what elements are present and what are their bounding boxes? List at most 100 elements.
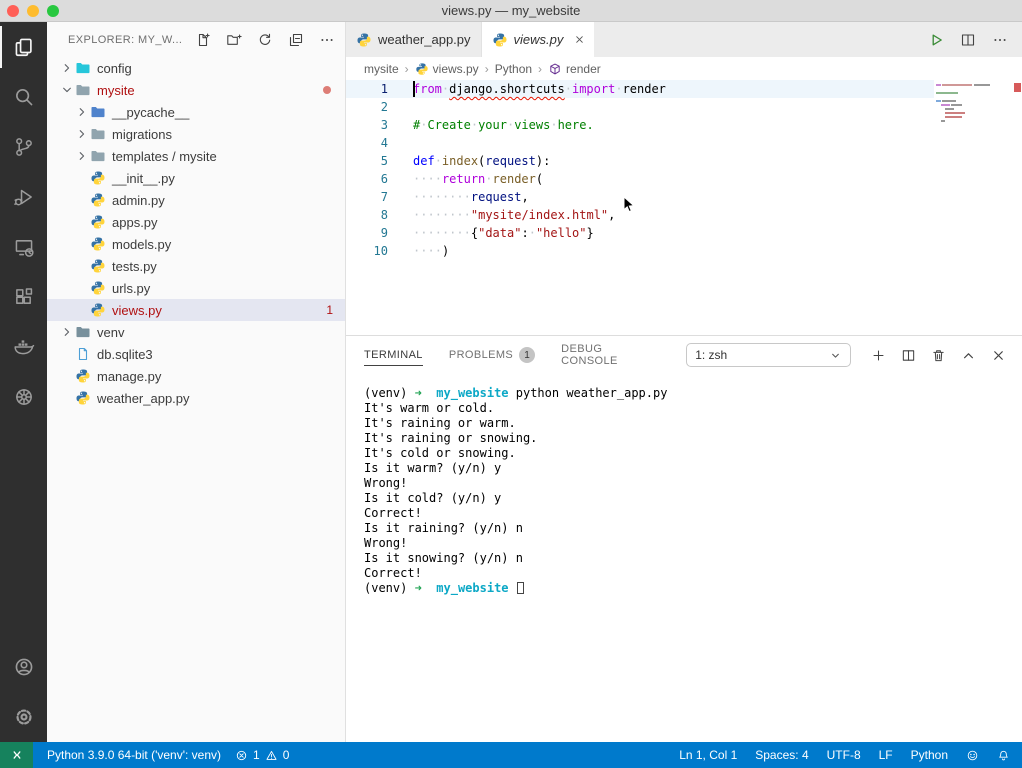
- split-editor-button[interactable]: [960, 32, 976, 48]
- account-icon[interactable]: [0, 642, 47, 692]
- kill-terminal-button[interactable]: [931, 348, 946, 363]
- new-terminal-button[interactable]: [871, 348, 886, 363]
- panel-tab-terminal[interactable]: TERMINAL: [364, 337, 423, 373]
- tree-item-config[interactable]: config: [47, 57, 345, 79]
- run-python-file-button[interactable]: [928, 32, 944, 48]
- problems-summary[interactable]: 10: [235, 748, 289, 762]
- panel-tab-problems[interactable]: PROBLEMS 1: [449, 335, 536, 375]
- status-item-indentation[interactable]: Spaces: 4: [755, 748, 808, 762]
- python-file-icon: [90, 192, 106, 208]
- chevron-right-icon: [59, 61, 75, 75]
- remote-explorer-icon[interactable]: [0, 222, 47, 272]
- close-panel-button[interactable]: [991, 348, 1006, 363]
- tree-item-tests.py[interactable]: tests.py: [47, 255, 345, 277]
- tree-item-label: venv: [97, 324, 125, 340]
- split-terminal-button[interactable]: [901, 348, 916, 363]
- status-item-cursor-position[interactable]: Ln 1, Col 1: [679, 748, 737, 762]
- code-line-4[interactable]: 4: [346, 134, 1022, 152]
- tree-item-urls.py[interactable]: urls.py: [47, 277, 345, 299]
- tree-item-venv[interactable]: venv: [47, 321, 345, 343]
- zoom-window-button[interactable]: [47, 5, 59, 17]
- status-item-notifications[interactable]: [997, 749, 1010, 762]
- status-bar-right: Ln 1, Col 1 Spaces: 4 UTF-8 LF Python: [679, 748, 1022, 762]
- minimize-window-button[interactable]: [27, 5, 39, 17]
- status-item-python-interpreter[interactable]: Python 3.9.0 64-bit ('venv': venv): [47, 748, 221, 762]
- extensions-icon[interactable]: [0, 272, 47, 322]
- traffic-lights: [7, 5, 59, 17]
- code-line-10[interactable]: 10 ····): [346, 242, 1022, 260]
- kubernetes-icon[interactable]: [0, 372, 47, 422]
- collapse-all-button[interactable]: [288, 32, 304, 48]
- tree-item-db.sqlite3[interactable]: db.sqlite3: [47, 343, 345, 365]
- code-line-1[interactable]: 1 from·django.shortcuts·import·render: [346, 80, 1022, 98]
- remote-indicator[interactable]: [0, 742, 33, 768]
- folder-icon: [90, 104, 106, 120]
- line-number: 5: [380, 154, 388, 168]
- close-tab-icon[interactable]: [575, 35, 584, 44]
- breadcrumb-mysite[interactable]: mysite: [364, 62, 399, 76]
- code-line-7[interactable]: 7 ········request,: [346, 188, 1022, 206]
- code-line-2[interactable]: 2: [346, 98, 1022, 116]
- code-editor[interactable]: 1 from·django.shortcuts·import·render 2 3 #·…: [346, 80, 1022, 335]
- terminal-line: Is it cold? (y/n) y: [364, 491, 502, 505]
- maximize-panel-button[interactable]: [961, 348, 976, 363]
- panel-actions: [851, 348, 1022, 363]
- terminal-shell-select[interactable]: 1: zsh: [686, 343, 851, 367]
- tab-weather_app.py[interactable]: weather_app.py: [346, 22, 482, 57]
- python-file-icon: [90, 280, 106, 296]
- tree-item-__pycache__[interactable]: __pycache__: [47, 101, 345, 123]
- search-icon[interactable]: [0, 72, 47, 122]
- tree-item-label: admin.py: [112, 192, 165, 208]
- tree-item-label: config: [97, 60, 132, 76]
- tree-item-migrations[interactable]: migrations: [47, 123, 345, 145]
- status-item-feedback[interactable]: [966, 749, 979, 762]
- breadcrumb-separator: ›: [538, 61, 543, 76]
- breadcrumb-views.py[interactable]: views.py: [415, 62, 479, 76]
- run-debug-icon[interactable]: [0, 172, 47, 222]
- breadcrumb-render[interactable]: render: [548, 62, 601, 76]
- code-line-8[interactable]: 8 ········"mysite/index.html",: [346, 206, 1022, 224]
- breadcrumb-python[interactable]: Python: [495, 62, 532, 76]
- terminal-line: Is it snowing? (y/n) n: [364, 551, 523, 565]
- docker-icon[interactable]: [0, 322, 47, 372]
- refresh-button[interactable]: [257, 32, 273, 48]
- folder-icon: [90, 126, 106, 142]
- code-line-5[interactable]: 5 def·index(request):: [346, 152, 1022, 170]
- tree-item-weather_app.py[interactable]: weather_app.py: [47, 387, 345, 409]
- new-folder-button[interactable]: [226, 32, 242, 48]
- tree-item-manage.py[interactable]: manage.py: [47, 365, 345, 387]
- folder-icon: [90, 148, 106, 164]
- source-control-icon[interactable]: [0, 122, 47, 172]
- python-file-icon: [90, 170, 106, 186]
- code-line-6[interactable]: 6 ····return·render(: [346, 170, 1022, 188]
- tree-item-apps.py[interactable]: apps.py: [47, 211, 345, 233]
- tree-item-views.py[interactable]: views.py 1: [47, 299, 345, 321]
- terminal-output[interactable]: (venv) ➜ my_website python weather_app.p…: [346, 374, 1022, 742]
- new-file-button[interactable]: [195, 32, 211, 48]
- panel-tab-debug-console[interactable]: DEBUG CONSOLE: [561, 331, 660, 379]
- tree-item-models.py[interactable]: models.py: [47, 233, 345, 255]
- bell-icon: [997, 749, 1010, 762]
- chevron-right-icon: [74, 127, 90, 141]
- terminal-line: It's warm or cold.: [364, 401, 495, 415]
- minimap[interactable]: [936, 82, 1010, 142]
- status-item-language-mode[interactable]: Python: [911, 748, 948, 762]
- python-file-icon: [75, 390, 91, 406]
- more-actions-button[interactable]: [992, 32, 1008, 48]
- status-item-encoding[interactable]: UTF-8: [827, 748, 861, 762]
- code-line-3[interactable]: 3 #·Create·your·views·here.: [346, 116, 1022, 134]
- settings-icon[interactable]: [0, 692, 47, 742]
- status-item-eol[interactable]: LF: [879, 748, 893, 762]
- line-number: 1: [380, 82, 388, 96]
- activity-bar: [0, 22, 47, 742]
- tree-item-__init__.py[interactable]: __init__.py: [47, 167, 345, 189]
- tab-views.py[interactable]: views.py: [481, 22, 595, 57]
- more-button[interactable]: [319, 32, 335, 48]
- tree-item-templates-mysite[interactable]: templates / mysite: [47, 145, 345, 167]
- code-line-9[interactable]: 9 ········{"data":·"hello"}: [346, 224, 1022, 242]
- close-window-button[interactable]: [7, 5, 19, 17]
- tree-item-admin.py[interactable]: admin.py: [47, 189, 345, 211]
- tree-item-mysite[interactable]: mysite: [47, 79, 345, 101]
- explorer-icon[interactable]: [0, 22, 47, 72]
- line-number: 4: [380, 136, 388, 150]
